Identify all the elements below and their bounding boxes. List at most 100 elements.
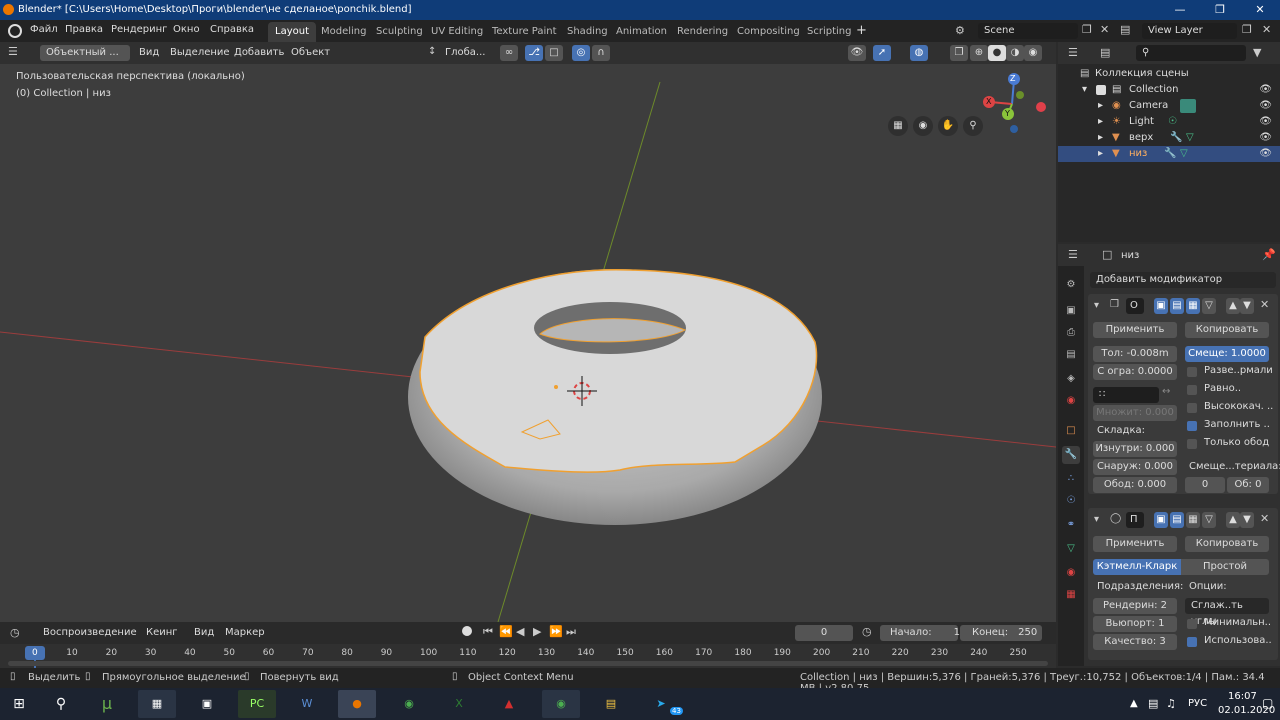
thickness-field[interactable]: Тол: -0.008m [1093,346,1177,362]
tab-scripting[interactable]: Scripting [800,22,858,42]
menu-file[interactable]: Файл [30,24,58,35]
new-view-layer-icon[interactable]: ❐ [1242,23,1252,36]
material-offset-rim-field[interactable]: Об: 0 [1227,477,1269,493]
modifier-name-field[interactable]: П [1126,512,1144,528]
language-indicator[interactable]: РУС [1188,698,1207,709]
explorer-icon[interactable]: ▤ [592,690,630,718]
jump-start-icon[interactable]: ⏮ [483,625,493,639]
shading-material-icon[interactable]: ◑ [1006,45,1024,61]
collapse-arrow-icon[interactable]: ▾ [1094,514,1099,525]
outliner-row-collection[interactable]: ▾ ▤ Collection 👁 [1058,82,1280,98]
outliner-search-input[interactable]: ⚲ [1136,45,1246,61]
snap-icon[interactable]: ⎇ [525,45,543,61]
copy-button[interactable]: Копировать [1185,322,1269,338]
crease-rim-field[interactable]: Обод: 0.000 [1093,477,1177,493]
menu-render[interactable]: Рендеринг [111,24,167,35]
snap-target-icon[interactable]: □ [545,45,563,61]
world-tab-icon[interactable]: ◉ [1062,392,1080,410]
acrobat-icon[interactable]: ▲ [490,690,528,718]
viewport-menu-select[interactable]: Выделение [170,47,230,58]
play-reverse-icon[interactable]: ◀ [516,625,524,638]
filter-icon[interactable]: ▼ [1253,46,1261,59]
current-frame-field[interactable]: 0 [795,625,853,641]
eye-icon[interactable]: 👁 [1259,84,1272,95]
expand-arrow-icon[interactable]: ▾ [1082,84,1087,95]
apply-button[interactable]: Применить [1093,322,1177,338]
excel-icon[interactable]: X [440,690,478,718]
remove-view-layer-icon[interactable]: ✕ [1262,23,1271,36]
fill-rim-checkbox[interactable] [1187,421,1197,431]
record-icon[interactable] [462,626,472,636]
scene-icon[interactable]: ⚙ [955,24,965,37]
visibility-icon[interactable]: 👁 [848,45,866,61]
remove-scene-icon[interactable]: ✕ [1100,23,1109,36]
editmode-toggle-icon[interactable]: ▦ [1186,298,1200,314]
clock-icon[interactable]: ◷ [10,626,20,639]
marker-menu[interactable]: Маркер [225,627,265,638]
expand-arrow-icon[interactable]: ▸ [1098,148,1103,159]
mesh-data-icon[interactable]: ▽ [1180,148,1188,159]
object-tab-icon[interactable]: □ [1062,422,1080,440]
minimize-icon[interactable]: — [1160,0,1200,20]
move-up-icon[interactable]: ▲ [1226,298,1240,314]
viewport-toggle-icon[interactable]: ▤ [1170,298,1184,314]
tool-tab-icon[interactable]: ⚙ [1062,276,1080,294]
keying-menu[interactable]: Кеинг [146,627,178,638]
flip-normals-checkbox[interactable] [1187,367,1197,377]
output-tab-icon[interactable]: ⎙ [1062,324,1080,342]
data-tab-icon[interactable]: ▽ [1062,540,1080,558]
shading-rendered-icon[interactable]: ◉ [1024,45,1042,61]
wrench-icon[interactable]: 🔧 [1164,148,1176,159]
material-tab-icon[interactable]: ◉ [1062,564,1080,582]
notifications-icon[interactable]: ▢ [1262,696,1273,710]
modifier-tab-icon[interactable]: 🔧 [1062,446,1080,464]
3d-viewport[interactable]: Z X Y ▦ ◉ ✋ ⚲ Пользовательская перспекти… [0,42,1056,622]
tray-arrow-icon[interactable]: ▲ [1130,698,1138,709]
particles-tab-icon[interactable]: ∴ [1062,470,1080,488]
pan-hand-icon[interactable]: ✋ [938,116,958,136]
properties-editor[interactable]: ☰ □ низ 📌 ⚙ ▣ ⎙ ▤ ◈ ◉ □ 🔧 ∴ ☉ ⚭ ▽ ◉ ▦ До… [1058,244,1280,666]
invert-arrows-icon[interactable]: ↔ [1162,386,1170,397]
outliner[interactable]: ☰ ▤ ⚲ ▼ ▤ Коллекция сцены ▾ ▤ Collection… [1058,42,1280,242]
close-icon[interactable]: ✕ [1240,0,1280,20]
pycharm-icon[interactable]: PC [238,690,276,718]
blender-taskbar-icon[interactable]: ● [338,690,376,718]
render-levels-field[interactable]: Рендерин: 2 [1093,598,1177,614]
word-icon[interactable]: W [288,690,326,718]
volume-icon[interactable]: ♫ [1166,697,1176,710]
pivot-icon[interactable]: ∞ [500,45,518,61]
display-mode-icon[interactable]: ▤ [1100,46,1110,59]
tab-compositing[interactable]: Compositing [730,22,807,42]
constraints-tab-icon[interactable]: ⚭ [1062,516,1080,534]
quality-field[interactable]: Качество: 3 [1093,634,1177,650]
scene-field[interactable]: Scene [978,23,1078,39]
timeline-view-menu[interactable]: Вид [194,627,214,638]
camera-data-icon[interactable] [1180,99,1196,113]
camera-view-icon[interactable]: ◉ [913,116,933,136]
expand-arrow-icon[interactable]: ▸ [1098,100,1103,111]
jump-end-icon[interactable]: ⏭ [566,625,576,639]
add-modifier-select[interactable]: Добавить модификатор [1090,272,1276,288]
toggle-grid-icon[interactable]: ▦ [888,116,908,136]
new-scene-icon[interactable]: ❐ [1082,23,1092,36]
add-workspace-icon[interactable]: + [856,23,867,38]
falloff-icon[interactable]: ∩ [592,45,610,61]
light-data-icon[interactable]: ☉ [1168,116,1177,127]
outliner-editor-icon[interactable]: ☰ [1068,46,1078,59]
gizmo-z-label[interactable]: Z [1010,74,1015,83]
eye-icon[interactable]: 👁 [1259,116,1272,127]
timeline[interactable]: ◷ Воспроизведение Кеинг Вид Маркер ⏮ ⏪ ◀… [0,622,1056,668]
search-icon[interactable]: ⚲ [42,690,80,718]
start-frame-field[interactable]: Начало: 1 [880,625,960,641]
material-offset-field[interactable]: 0 [1185,477,1225,493]
outliner-row-verh[interactable]: ▸ ▼ верх 🔧 ▽ 👁 [1058,130,1280,146]
menu-window[interactable]: Окно [173,24,200,35]
tab-sculpting[interactable]: Sculpting [369,22,430,42]
overlays-icon[interactable]: ◍ [910,45,928,61]
zoom-icon[interactable]: ⚲ [963,116,983,136]
minimal-checkbox[interactable] [1187,619,1197,629]
next-keyframe-icon[interactable]: ⏩ [549,625,563,638]
viewport-levels-field[interactable]: Вьюпорт: 1 [1093,616,1177,632]
collapse-arrow-icon[interactable]: ▾ [1094,300,1099,311]
catmull-clark-button[interactable]: Кэтмелл-Кларк [1093,559,1181,575]
